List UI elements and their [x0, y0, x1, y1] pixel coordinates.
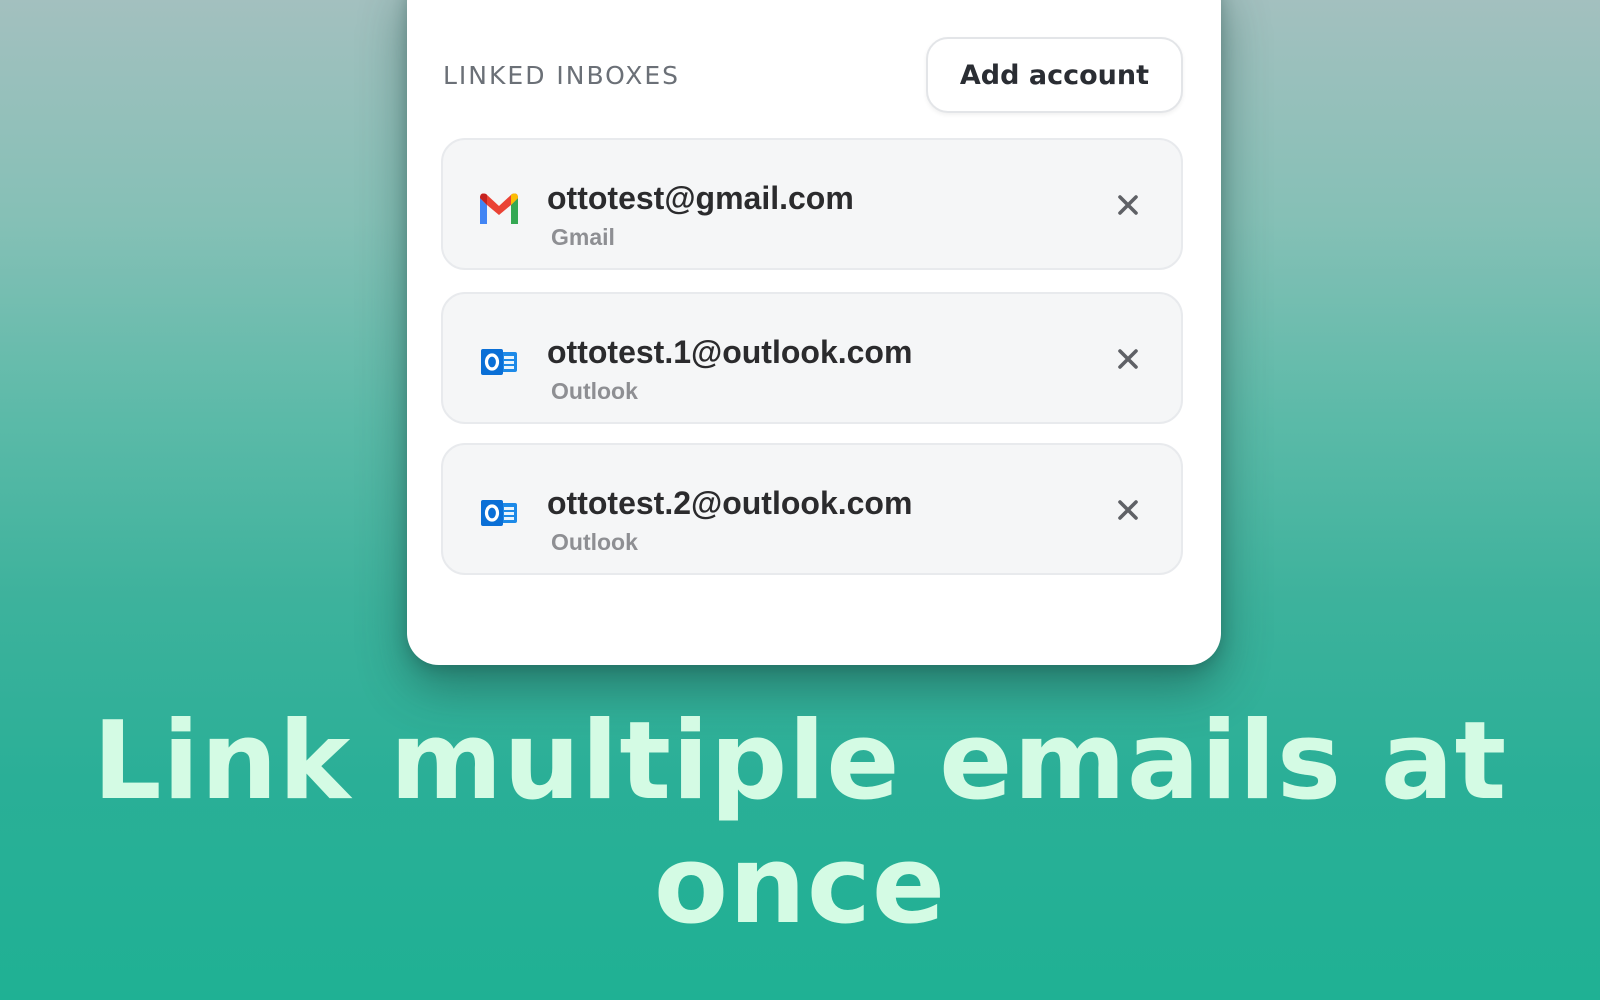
account-provider: Outlook: [551, 378, 638, 404]
account-card: ottotest@gmail.com Gmail: [441, 138, 1183, 270]
account-provider: Outlook: [551, 529, 638, 555]
marketing-caption: Link multiple emails at once: [0, 700, 1600, 948]
close-icon: [1118, 500, 1138, 520]
linked-inboxes-panel: LINKED INBOXES Add account ottotest@gmai…: [407, 0, 1221, 665]
outlook-icon: [481, 500, 517, 526]
add-account-button[interactable]: Add account: [925, 37, 1183, 113]
account-card: ottotest.2@outlook.com Outlook: [441, 443, 1183, 575]
account-card: ottotest.1@outlook.com Outlook: [441, 292, 1183, 424]
account-email: ottotest.1@outlook.com: [547, 334, 913, 370]
outlook-icon: [481, 349, 517, 375]
remove-account-button[interactable]: [1113, 344, 1143, 374]
section-title: LINKED INBOXES: [443, 60, 681, 90]
caption-line-1: Link multiple emails at: [92, 699, 1508, 824]
account-email: ottotest@gmail.com: [547, 180, 854, 216]
close-icon: [1118, 349, 1138, 369]
account-list: ottotest@gmail.com Gmail ottotest.1@outl…: [441, 138, 1183, 597]
panel-header: LINKED INBOXES Add account: [443, 36, 1183, 114]
close-icon: [1118, 195, 1138, 215]
remove-account-button[interactable]: [1113, 495, 1143, 525]
caption-line-2: once: [653, 823, 947, 948]
account-email: ottotest.2@outlook.com: [547, 485, 913, 521]
gmail-icon: [480, 193, 518, 224]
account-provider: Gmail: [551, 224, 615, 250]
remove-account-button[interactable]: [1113, 190, 1143, 220]
